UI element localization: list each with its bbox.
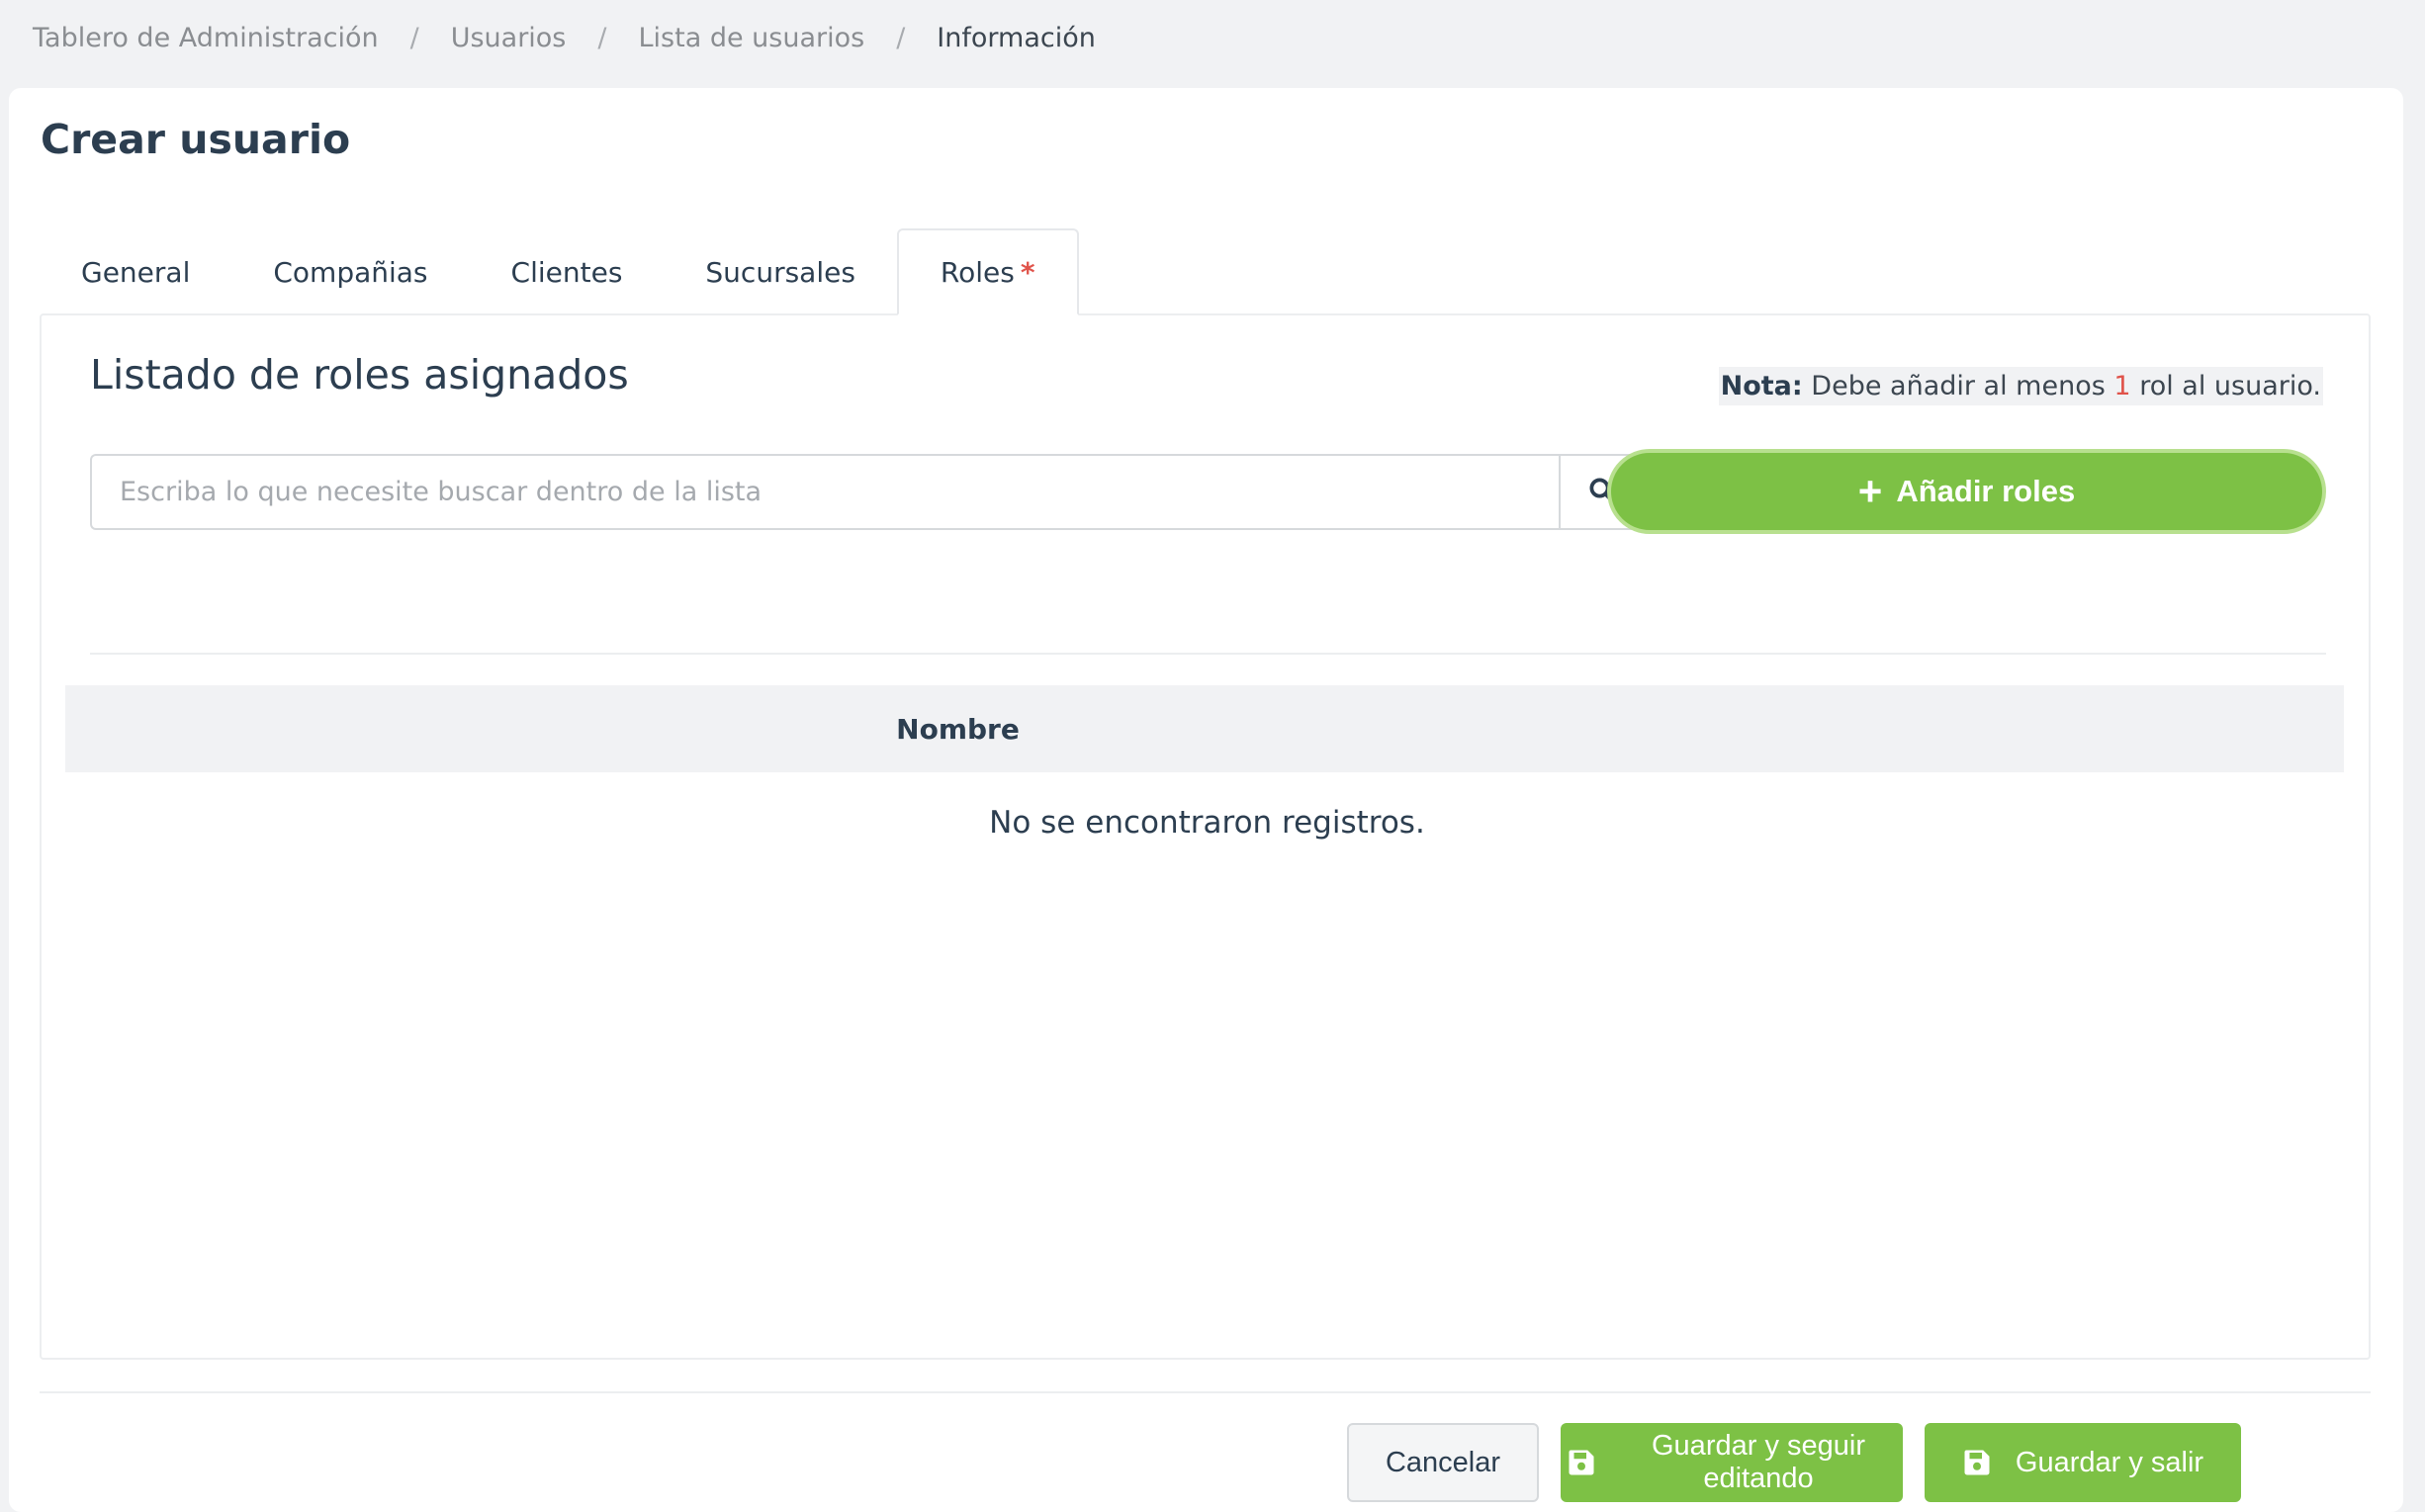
save-and-exit-button[interactable]: Guardar y salir — [1925, 1423, 2241, 1502]
column-header-name[interactable]: Nombre — [65, 685, 1850, 772]
floppy-disk-icon — [1567, 1448, 1596, 1477]
note-text-before: Debe añadir al menos — [1811, 371, 2106, 401]
tab-label: General — [81, 255, 191, 289]
tab-label: Roles — [940, 255, 1015, 289]
breadcrumb-separator: / — [597, 22, 607, 53]
tab-roles[interactable]: Roles * — [896, 228, 1079, 315]
empty-table-message: No se encontraron registros. — [989, 805, 1425, 841]
tab-bar: General Compañias Clientes Sucursales Ro… — [40, 228, 1079, 315]
add-roles-label: Añadir roles — [1896, 474, 2076, 508]
search-group — [90, 454, 1646, 530]
save-and-exit-label: Guardar y salir — [2015, 1446, 2204, 1478]
tab-label: Clientes — [510, 255, 623, 289]
cancel-label: Cancelar — [1385, 1446, 1501, 1478]
search-input[interactable] — [90, 454, 1559, 530]
section-title: Listado de roles asignados — [90, 351, 629, 399]
note-message: Nota: Debe añadir al menos 1 rol al usua… — [1718, 367, 2323, 405]
breadcrumb: Tablero de Administración / Usuarios / L… — [33, 18, 1096, 57]
tab-branches[interactable]: Sucursales — [664, 228, 897, 315]
table-header: Nombre — [65, 685, 2344, 772]
footer-divider — [40, 1391, 2371, 1393]
note-count: 1 — [2113, 371, 2131, 401]
tab-general[interactable]: General — [40, 228, 231, 315]
main-card: Crear usuario General Compañias Clientes… — [9, 88, 2403, 1512]
divider — [90, 653, 2326, 655]
breadcrumb-separator: / — [409, 22, 419, 53]
breadcrumb-item-current: Información — [937, 22, 1096, 53]
page-title: Crear usuario — [41, 116, 351, 163]
tab-label: Compañias — [273, 255, 428, 289]
tab-label: Sucursales — [705, 255, 855, 289]
tab-companies[interactable]: Compañias — [231, 228, 469, 315]
tab-clients[interactable]: Clientes — [470, 228, 665, 315]
floppy-disk-icon — [1962, 1448, 1992, 1477]
note-label: Nota: — [1720, 371, 1803, 401]
add-roles-button[interactable]: + Añadir roles — [1607, 449, 2326, 534]
required-asterisk: * — [1020, 255, 1035, 289]
roles-panel: Listado de roles asignados Nota: Debe añ… — [40, 313, 2371, 1360]
cancel-button[interactable]: Cancelar — [1347, 1423, 1539, 1502]
save-and-continue-label: Guardar y seguir editando — [1652, 1430, 1865, 1494]
breadcrumb-item-dashboard[interactable]: Tablero de Administración — [33, 23, 379, 53]
breadcrumb-item-user-list[interactable]: Lista de usuarios — [639, 23, 865, 53]
breadcrumb-separator: / — [896, 22, 906, 53]
save-and-continue-button[interactable]: Guardar y seguir editando — [1561, 1423, 1903, 1502]
note-text-after: rol al usuario. — [2139, 371, 2321, 401]
plus-icon: + — [1857, 468, 1883, 514]
breadcrumb-item-users[interactable]: Usuarios — [451, 23, 567, 53]
